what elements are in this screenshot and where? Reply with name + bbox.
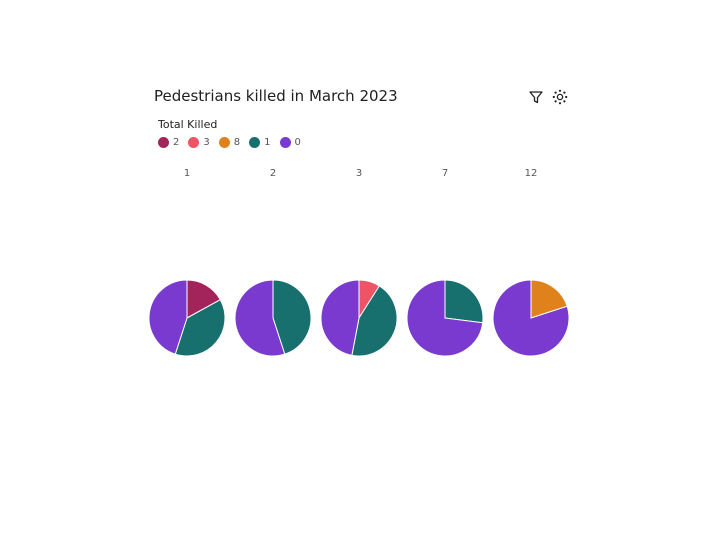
pie-slice-7-1[interactable] bbox=[444, 279, 484, 324]
pie-category-label: 1 bbox=[184, 168, 190, 179]
pie-category-label: 7 bbox=[442, 168, 448, 179]
pie-category-label: 3 bbox=[356, 168, 362, 179]
pie-category-label: 2 bbox=[270, 168, 276, 179]
pie-slice-3-0[interactable] bbox=[320, 279, 360, 356]
pie-category-label: 12 bbox=[525, 168, 538, 179]
pie-charts: 1 2 3 7 12 bbox=[148, 168, 570, 357]
